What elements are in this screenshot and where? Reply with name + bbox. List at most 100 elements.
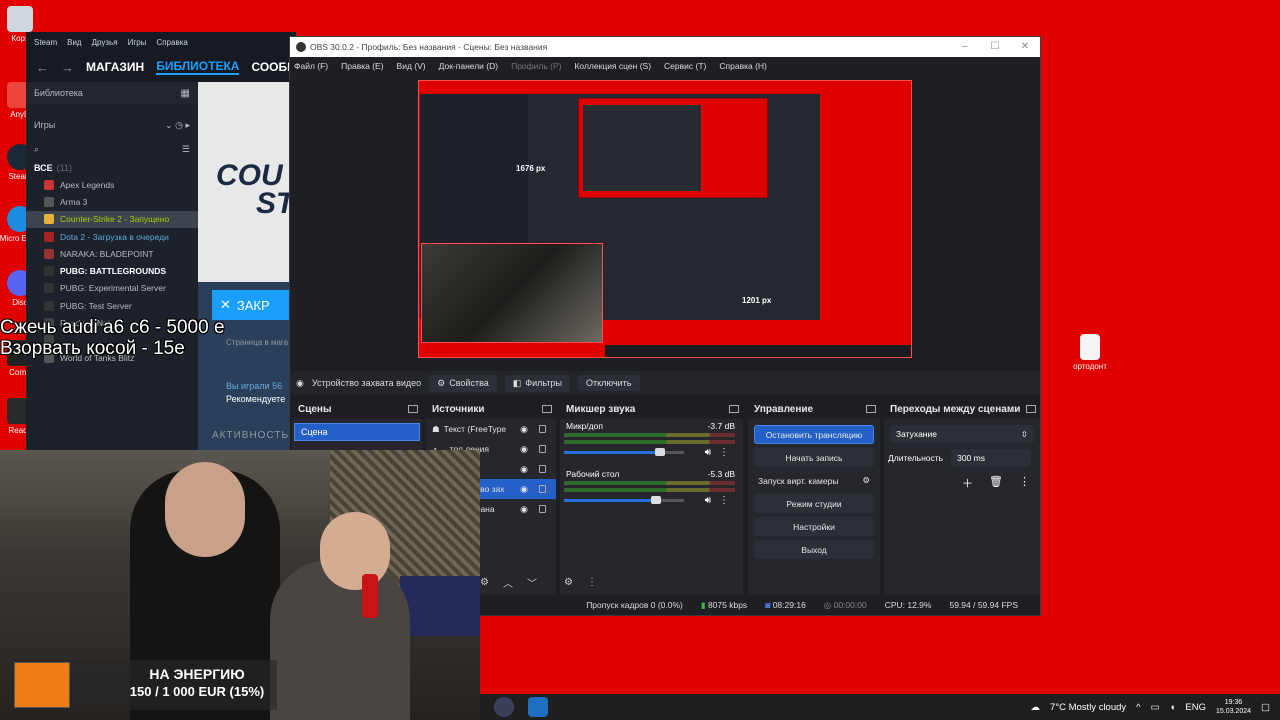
add-icon[interactable]: ＋ — [962, 475, 973, 491]
gear-icon[interactable]: ⚙ — [862, 475, 870, 486]
menu-help[interactable]: Справка (H) — [719, 61, 767, 71]
volume-slider-handle[interactable] — [655, 448, 665, 456]
steam-menu-games[interactable]: Игры — [128, 38, 147, 47]
obs-taskbar-icon[interactable] — [494, 697, 514, 717]
speaker-icon[interactable]: 🔊︎ — [705, 495, 711, 506]
nav-library[interactable]: БИБЛИОТЕКА — [156, 59, 240, 75]
menu-file[interactable]: Файл (F) — [294, 61, 328, 71]
speaker-icon[interactable]: 🔊︎ — [705, 447, 711, 458]
lock-icon[interactable] — [539, 425, 546, 433]
deactivate-button[interactable]: Отключить — [578, 375, 640, 391]
weather-icon[interactable]: ☁ — [1031, 702, 1041, 713]
trash-icon[interactable]: 🗑︎ — [989, 475, 1003, 491]
tray-chevron-icon[interactable]: ^ — [1136, 702, 1140, 713]
back-arrow-icon[interactable]: ← — [36, 60, 49, 75]
chevron-down-icon[interactable]: ⌄ ◷ ▸ — [165, 120, 190, 131]
eye-icon[interactable]: ◉ — [520, 444, 528, 455]
menu-scene-collection[interactable]: Коллекция сцен (S) — [574, 61, 651, 71]
close-icon[interactable]: ✕ — [1010, 37, 1040, 57]
transition-type-select[interactable]: Затухание ⇳ — [890, 425, 1034, 443]
steam-library-sidebar: Библиотека ▦ Игры ⌄ ◷ ▸ ⌕ ☰ ВСЕ (11) Ape… — [26, 82, 198, 452]
game-item[interactable]: PUBG: Test Server — [26, 297, 198, 314]
volume-icon[interactable]: ◖ — [1170, 702, 1176, 713]
mixer-channel-desktop: Рабочий стол -5.3 dB 🔊︎ ⋮ — [564, 469, 735, 506]
steam-menu-view[interactable]: Вид — [67, 38, 81, 47]
scene-item[interactable]: Сцена — [294, 423, 420, 441]
move-up-icon[interactable]: ︿ — [503, 575, 513, 590]
more-icon[interactable]: ⋮ — [719, 495, 729, 506]
steam-menu-help[interactable]: Справка — [156, 38, 187, 47]
game-item[interactable]: Counter-Strike 2 - Запущено — [26, 210, 198, 228]
lock-icon[interactable] — [539, 485, 546, 493]
controls-dock: Управление Остановить трансляцию Начать … — [748, 399, 880, 595]
game-item[interactable]: PUBG: BATTLEGROUNDS — [26, 262, 198, 279]
game-item[interactable]: NARAKA: BLADEPOINT — [26, 245, 198, 262]
move-down-icon[interactable]: ﹀ — [527, 575, 537, 590]
maximize-icon[interactable]: ☐ — [980, 37, 1010, 57]
gear-icon[interactable]: ⚙ — [564, 577, 573, 588]
minimize-icon[interactable]: – — [950, 37, 980, 57]
steam-menu-steam[interactable]: Steam — [34, 38, 57, 47]
start-recording-button[interactable]: Начать запись — [754, 448, 874, 467]
language-indicator[interactable]: ENG — [1185, 702, 1206, 713]
weather-text[interactable]: 7°C Mostly cloudy — [1050, 702, 1126, 713]
game-item[interactable]: Apex Legends — [26, 176, 198, 193]
library-header[interactable]: Библиотека ▦ — [26, 82, 198, 104]
eye-icon[interactable]: ◉ — [520, 464, 528, 475]
exit-button[interactable]: Выход — [754, 540, 874, 559]
obs-preview[interactable]: 1676 px 1201 px — [290, 75, 1040, 365]
more-icon[interactable]: ⋮ — [587, 577, 597, 588]
volume-slider-handle[interactable] — [651, 496, 662, 504]
eye-icon[interactable]: ◉ — [520, 424, 528, 435]
menu-profile[interactable]: Профиль (P) — [511, 61, 561, 71]
grid-view-icon[interactable]: ▦ — [181, 88, 190, 99]
lock-icon[interactable] — [539, 465, 546, 473]
forward-arrow-icon[interactable]: → — [61, 60, 74, 75]
game-item[interactable]: PUBG: Experimental Server — [26, 280, 198, 297]
filters-button[interactable]: ◧ Фильтры — [504, 374, 570, 392]
eye-icon[interactable]: ◉ — [520, 484, 528, 495]
menu-tools[interactable]: Сервис (T) — [664, 61, 706, 71]
undock-icon[interactable] — [866, 405, 876, 413]
desktop-icon-ortodont[interactable]: ортодонт — [1062, 334, 1118, 371]
start-virtual-camera-button[interactable]: Запуск вирт. камеры — [758, 476, 838, 486]
preview-canvas[interactable]: 1676 px 1201 px — [418, 80, 912, 358]
menu-view[interactable]: Вид (V) — [397, 61, 426, 71]
filter-icon[interactable]: ☰ — [182, 144, 190, 155]
undock-icon[interactable] — [542, 405, 552, 413]
menu-docks[interactable]: Док-панели (D) — [439, 61, 498, 71]
more-icon[interactable]: ⋮ — [719, 447, 729, 458]
preview-webcam — [421, 243, 603, 343]
search-icon[interactable]: ⌕ — [34, 144, 39, 155]
lock-icon[interactable] — [539, 505, 546, 513]
all-games-header[interactable]: ВСЕ (11) — [26, 160, 198, 176]
studio-mode-button[interactable]: Режим студии — [754, 494, 874, 513]
close-game-button[interactable]: ✕ ЗАКР — [212, 290, 296, 320]
game-item[interactable]: Arma 3 — [26, 193, 198, 210]
source-item[interactable]: ☗ Текст (FreeType ◉ — [426, 419, 556, 439]
settings-button[interactable]: Настройки — [754, 517, 874, 536]
games-filter[interactable]: Игры ⌄ ◷ ▸ — [26, 114, 198, 136]
undock-icon[interactable] — [1026, 405, 1036, 413]
clock[interactable]: 19:36 15.03.2024 — [1216, 698, 1251, 716]
undock-icon[interactable] — [729, 405, 739, 413]
eye-icon[interactable]: ◉ — [520, 504, 528, 515]
nav-store[interactable]: МАГАЗИН — [86, 60, 144, 74]
notification-icon[interactable]: ▢ — [1261, 702, 1270, 713]
file-taskbar-icon[interactable] — [528, 697, 548, 717]
menu-edit[interactable]: Правка (E) — [341, 61, 383, 71]
game-item[interactable]: Dota 2 - Загрузка в очереди — [26, 228, 198, 245]
properties-button[interactable]: ⚙ Свойства — [429, 374, 497, 392]
duration-spinbox[interactable]: 300 ms — [951, 449, 1032, 467]
search-row[interactable]: ⌕ ☰ — [26, 138, 198, 160]
store-page-link[interactable]: Страница в мага — [226, 338, 288, 347]
steam-menu-friends[interactable]: Друзья — [92, 38, 118, 47]
lock-icon[interactable] — [539, 445, 546, 453]
audio-mixer-dock: Микшер звука Микр/доп -3.7 dB 🔊︎ ⋮ Рабоч… — [560, 399, 743, 595]
stop-stream-button[interactable]: Остановить трансляцию — [754, 425, 874, 444]
more-icon[interactable]: ⋮ — [1019, 475, 1030, 491]
network-icon[interactable]: ▭ — [1151, 702, 1160, 713]
steam-menubar: Steam Вид Друзья Игры Справка — [26, 32, 296, 52]
undock-icon[interactable] — [408, 405, 418, 413]
gear-icon[interactable]: ⚙ — [480, 577, 489, 588]
